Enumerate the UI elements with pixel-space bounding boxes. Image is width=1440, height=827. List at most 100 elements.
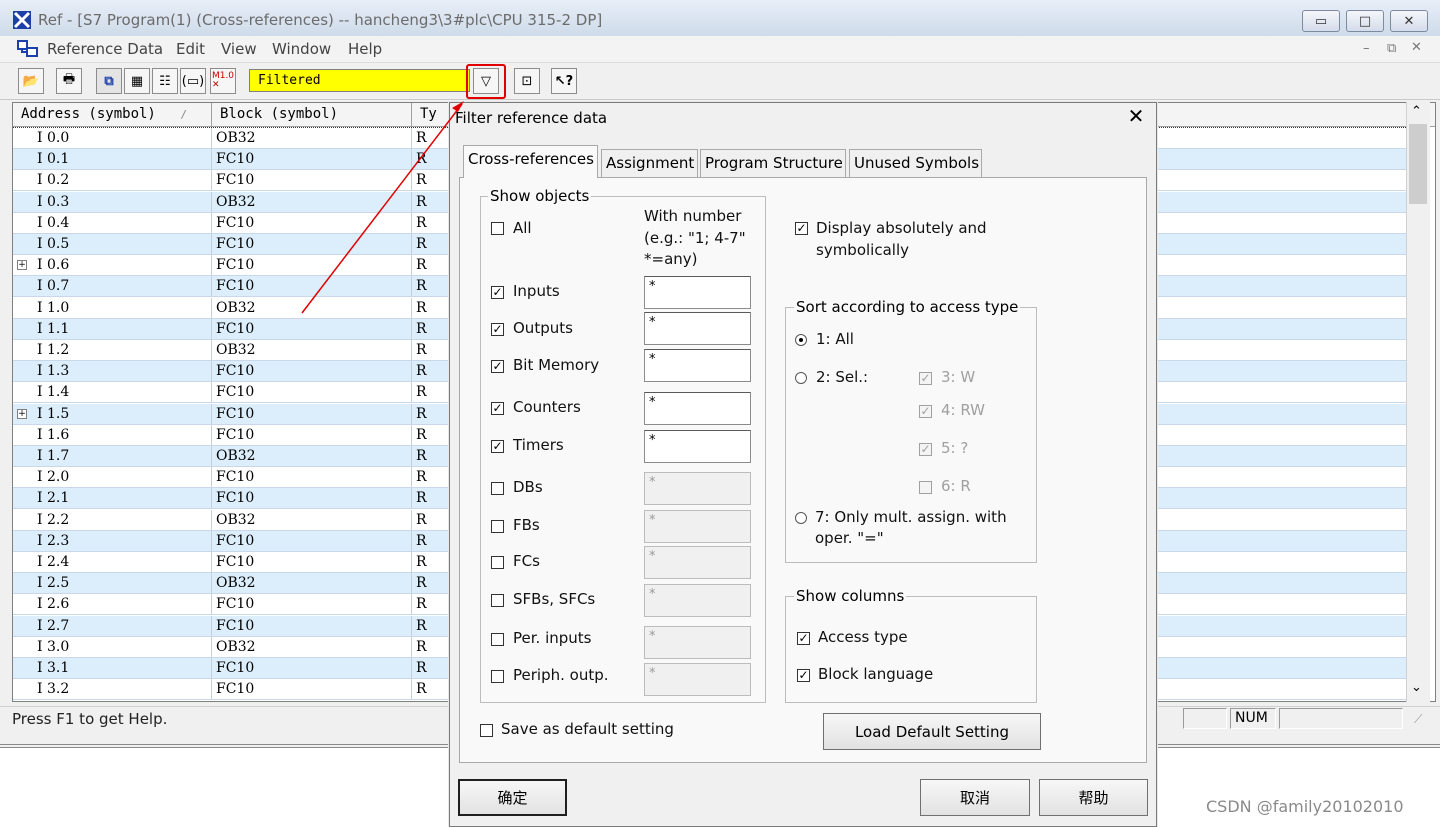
type-cell: R bbox=[412, 509, 452, 530]
object-number-input[interactable]: * bbox=[644, 663, 751, 696]
object-number-input[interactable]: * bbox=[644, 626, 751, 659]
expand-icon[interactable]: + bbox=[17, 260, 27, 271]
object-checkbox[interactable] bbox=[491, 670, 504, 683]
access-type-checkbox[interactable]: ✓ bbox=[797, 632, 810, 645]
block-cell: FC10 bbox=[212, 615, 412, 636]
menu-window[interactable]: Window bbox=[272, 40, 331, 58]
menu-reference-data[interactable]: Reference Data bbox=[47, 40, 163, 58]
address-cell: I 0.7 bbox=[13, 276, 212, 297]
object-checkbox[interactable]: ✓ bbox=[491, 323, 504, 336]
object-number-input[interactable]: * bbox=[644, 312, 751, 345]
tab-assignment[interactable]: Assignment bbox=[601, 149, 698, 177]
object-number-input[interactable]: * bbox=[644, 472, 751, 505]
object-checkbox[interactable] bbox=[491, 556, 504, 569]
sort-mult-assign-radio[interactable] bbox=[795, 512, 807, 524]
mdi-close-icon[interactable]: ✕ bbox=[1411, 40, 1422, 55]
scroll-up-icon[interactable]: ⌃ bbox=[1411, 104, 1422, 119]
minimize-button[interactable]: ▭ bbox=[1302, 10, 1340, 32]
address-cell: I 1.6 bbox=[13, 424, 212, 445]
save-default-checkbox[interactable] bbox=[480, 724, 493, 737]
object-number-input[interactable]: * bbox=[644, 349, 751, 382]
object-label: Timers bbox=[513, 436, 564, 454]
sort-all-radio[interactable] bbox=[795, 334, 807, 346]
print-button[interactable]: 🖶 bbox=[56, 68, 82, 94]
object-checkbox[interactable] bbox=[491, 633, 504, 646]
unused-symbols-button[interactable]: (▭) bbox=[180, 68, 206, 94]
type-cell: R bbox=[412, 361, 452, 382]
status-cell bbox=[1183, 708, 1227, 729]
block-language-checkbox[interactable]: ✓ bbox=[797, 669, 810, 682]
tab-cross-references[interactable]: Cross-references bbox=[463, 145, 598, 178]
sort-rw-checkbox[interactable]: ✓ bbox=[919, 405, 932, 418]
sort-all-label: 1: All bbox=[816, 330, 854, 348]
object-label: Counters bbox=[513, 398, 581, 416]
dialog-title: Filter reference data bbox=[455, 109, 608, 127]
mdi-restore-icon[interactable]: ⧉ bbox=[1387, 41, 1396, 56]
object-number-input[interactable]: * bbox=[644, 546, 751, 579]
object-checkbox[interactable]: ✓ bbox=[491, 402, 504, 415]
close-window-button[interactable]: ✕ bbox=[1390, 10, 1428, 32]
object-checkbox[interactable] bbox=[491, 482, 504, 495]
cross-references-button[interactable]: ⧉ bbox=[96, 68, 122, 94]
with-number-example: (e.g.: "1; 4-7" bbox=[644, 229, 746, 247]
addresses-without-symbols-button[interactable]: M1.0 ✕ bbox=[210, 68, 236, 94]
unused-symbols-icon: (▭) bbox=[181, 73, 205, 89]
sort-selected-radio[interactable] bbox=[795, 372, 807, 384]
mdi-minimize-icon[interactable]: – bbox=[1363, 41, 1370, 56]
scroll-thumb[interactable] bbox=[1409, 124, 1427, 204]
status-help-text: Press F1 to get Help. bbox=[12, 710, 168, 728]
block-cell: FC10 bbox=[212, 658, 412, 678]
menu-edit[interactable]: Edit bbox=[176, 40, 205, 58]
object-checkbox[interactable] bbox=[491, 594, 504, 607]
open-button[interactable]: 📂 bbox=[18, 68, 44, 94]
object-checkbox[interactable]: ✓ bbox=[491, 286, 504, 299]
menu-help[interactable]: Help bbox=[348, 40, 382, 58]
tab-program-structure[interactable]: Program Structure bbox=[700, 149, 846, 177]
column-header-address[interactable]: Address (symbol) / bbox=[13, 103, 212, 127]
block-cell: OB32 bbox=[212, 297, 412, 318]
scroll-down-icon[interactable]: ⌄ bbox=[1411, 680, 1422, 695]
object-checkbox[interactable] bbox=[491, 520, 504, 533]
column-header-block[interactable]: Block (symbol) bbox=[212, 103, 412, 127]
sort-r-checkbox[interactable] bbox=[919, 481, 932, 494]
object-number-input[interactable]: * bbox=[644, 430, 751, 463]
object-checkbox[interactable]: ✓ bbox=[491, 440, 504, 453]
new-window-button[interactable]: ⊡ bbox=[514, 68, 540, 94]
object-number-input[interactable]: * bbox=[644, 276, 751, 309]
block-cell: OB32 bbox=[212, 191, 412, 212]
maximize-button[interactable]: □ bbox=[1346, 10, 1384, 32]
all-checkbox[interactable] bbox=[491, 222, 504, 235]
object-checkbox[interactable]: ✓ bbox=[491, 360, 504, 373]
block-cell: FC10 bbox=[212, 424, 412, 445]
filter-status-field[interactable]: Filtered bbox=[249, 69, 470, 92]
sort-unknown-checkbox[interactable]: ✓ bbox=[919, 443, 932, 456]
column-header-type[interactable]: Ty bbox=[412, 103, 452, 127]
program-structure-button[interactable]: ☷ bbox=[152, 68, 178, 94]
help-button[interactable]: 帮助 bbox=[1039, 779, 1148, 816]
type-cell: R bbox=[412, 255, 452, 276]
window-title: Ref - [S7 Program(1) (Cross-references) … bbox=[38, 11, 603, 29]
tab-unused-symbols[interactable]: Unused Symbols bbox=[849, 149, 982, 177]
object-number-input[interactable]: * bbox=[644, 392, 751, 425]
menu-view[interactable]: View bbox=[221, 40, 257, 58]
help-icon: ↖? bbox=[554, 73, 574, 89]
type-cell: R bbox=[412, 615, 452, 636]
ok-button[interactable]: 确定 bbox=[458, 779, 567, 816]
load-default-button[interactable]: Load Default Setting bbox=[823, 713, 1041, 750]
cancel-button[interactable]: 取消 bbox=[920, 779, 1030, 816]
context-help-button[interactable]: ↖? bbox=[551, 68, 577, 94]
sort-w-checkbox[interactable]: ✓ bbox=[919, 372, 932, 385]
assignment-button[interactable]: ▦ bbox=[124, 68, 150, 94]
resize-grip-icon[interactable]: ⟋ bbox=[1414, 712, 1422, 727]
object-number-input[interactable]: * bbox=[644, 584, 751, 617]
display-absolute-checkbox[interactable]: ✓ bbox=[795, 222, 808, 235]
object-number-input[interactable]: * bbox=[644, 510, 751, 543]
type-cell: R bbox=[412, 636, 452, 657]
expand-icon[interactable]: + bbox=[17, 408, 27, 419]
vertical-scrollbar[interactable]: ⌃ ⌄ bbox=[1406, 102, 1430, 702]
app-icon bbox=[13, 11, 31, 29]
type-cell: R bbox=[412, 530, 452, 551]
document-icon[interactable] bbox=[17, 40, 39, 58]
dialog-close-button[interactable]: ✕ bbox=[1125, 106, 1147, 128]
address-cell: I 2.7 bbox=[13, 615, 212, 636]
